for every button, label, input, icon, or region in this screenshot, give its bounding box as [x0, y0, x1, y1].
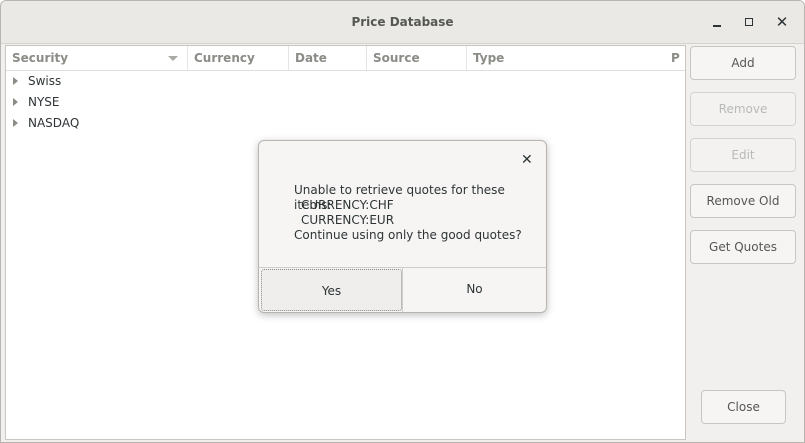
- table-row[interactable]: NYSE: [6, 92, 685, 113]
- add-button[interactable]: Add: [690, 46, 796, 80]
- minimize-icon[interactable]: [709, 14, 725, 30]
- column-header-source[interactable]: Source: [367, 46, 467, 70]
- edit-button[interactable]: Edit: [690, 138, 796, 172]
- table-row[interactable]: NASDAQ: [6, 113, 685, 134]
- no-button[interactable]: No: [402, 268, 546, 312]
- column-header-date[interactable]: Date: [289, 46, 367, 70]
- window-title: Price Database: [351, 15, 454, 29]
- get-quotes-button[interactable]: Get Quotes: [690, 230, 796, 264]
- message-line: Continue using only the good quotes?: [294, 228, 522, 242]
- table-row[interactable]: Swiss: [6, 71, 685, 92]
- sort-down-icon[interactable]: [168, 56, 178, 61]
- row-label: Swiss: [28, 74, 62, 88]
- close-button[interactable]: Close: [701, 390, 786, 424]
- dialog-close-icon[interactable]: ✕: [521, 152, 533, 168]
- column-header-security[interactable]: Security: [6, 46, 188, 70]
- maximize-icon[interactable]: [741, 14, 757, 30]
- close-window-icon[interactable]: ✕: [774, 14, 790, 30]
- dialog-button-bar: Yes No: [259, 267, 546, 312]
- dialog-message: Unable to retrieve quotes for these item…: [294, 183, 546, 243]
- expand-arrow-icon[interactable]: [13, 98, 18, 106]
- remove-old-button[interactable]: Remove Old: [690, 184, 796, 218]
- quotes-error-dialog: ✕ Unable to retrieve quotes for these it…: [258, 140, 547, 313]
- row-label: NASDAQ: [28, 116, 80, 130]
- column-header-currency[interactable]: Currency: [188, 46, 289, 70]
- remove-button[interactable]: Remove: [690, 92, 796, 126]
- price-database-window: Price Database ✕ Security Currency Date …: [0, 0, 805, 443]
- yes-button[interactable]: Yes: [261, 269, 402, 311]
- table-header: Security Currency Date Source Type P: [6, 46, 685, 71]
- expand-arrow-icon[interactable]: [13, 77, 18, 85]
- message-line: CURRENCY:CHF: [301, 198, 394, 212]
- message-line: CURRENCY:EUR: [301, 213, 395, 227]
- row-label: NYSE: [28, 95, 60, 109]
- column-header-price[interactable]: P: [671, 46, 685, 70]
- title-bar: Price Database ✕: [1, 1, 804, 44]
- expand-arrow-icon[interactable]: [13, 119, 18, 127]
- message-line: Unable to retrieve quotes for these item…: [294, 183, 505, 212]
- column-header-type[interactable]: Type: [467, 46, 667, 70]
